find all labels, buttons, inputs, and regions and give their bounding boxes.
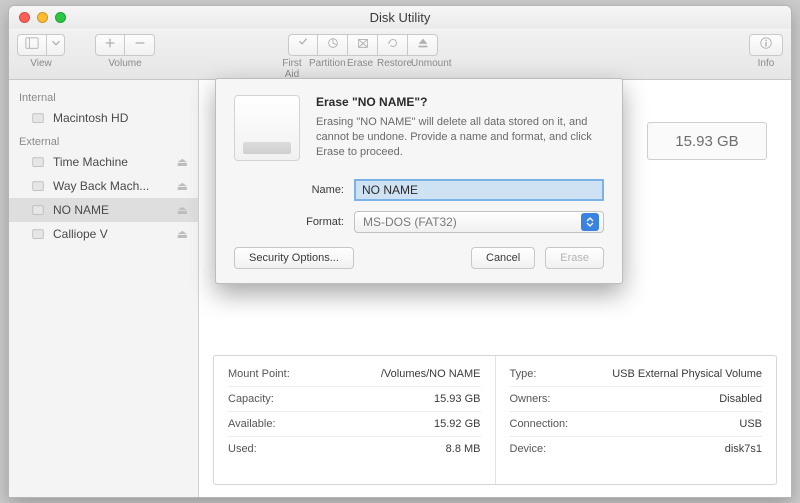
first-aid-button[interactable]	[288, 34, 318, 56]
view-menu-button[interactable]	[47, 34, 65, 56]
volume-add-button[interactable]	[95, 34, 125, 56]
disk-icon	[31, 227, 45, 241]
eject-icon[interactable]: ⏏	[177, 203, 188, 217]
info-value: 15.92 GB	[434, 418, 480, 430]
sidebar-header-external: External	[9, 130, 198, 150]
partition-button[interactable]	[318, 34, 348, 56]
erase-sheet: Erase "NO NAME"? Erasing "NO NAME" will …	[215, 78, 623, 284]
info-value: disk7s1	[725, 443, 762, 455]
sidebar-header-internal: Internal	[9, 86, 198, 106]
cancel-button[interactable]: Cancel	[471, 247, 535, 269]
sidebar-item-calliope-v[interactable]: Calliope V ⏏	[9, 222, 198, 246]
sidebar-icon	[25, 36, 39, 55]
chevron-down-icon	[49, 36, 63, 55]
info-button[interactable]	[749, 34, 783, 56]
toolbar-label-firstaid: First Aid	[275, 58, 309, 80]
view-button[interactable]	[17, 34, 47, 56]
disk-icon	[31, 203, 45, 217]
toolbar-label-volume: Volume	[108, 58, 141, 69]
info-icon	[759, 36, 773, 55]
toolbar-label-unmount: Unmount	[411, 58, 451, 80]
security-options-button[interactable]: Security Options...	[234, 247, 354, 269]
erase-toolbar-button[interactable]	[348, 34, 378, 56]
disk-icon	[31, 155, 45, 169]
format-select[interactable]: MS-DOS (FAT32)	[354, 211, 604, 233]
info-value: Disabled	[719, 393, 762, 405]
info-label: Capacity:	[228, 393, 274, 405]
eject-icon	[416, 36, 430, 55]
sheet-description: Erasing "NO NAME" will delete all data s…	[316, 115, 604, 160]
info-label: Device:	[510, 443, 547, 455]
name-input[interactable]	[354, 179, 604, 201]
titlebar: Disk Utility	[9, 6, 791, 30]
unmount-button[interactable]	[408, 34, 438, 56]
info-label: Type:	[510, 368, 537, 380]
toolbar-label-erase: Erase	[343, 58, 377, 80]
sidebar-item-macintosh-hd[interactable]: Macintosh HD	[9, 106, 198, 130]
restore-icon	[386, 36, 400, 55]
info-label: Used:	[228, 443, 257, 455]
restore-button[interactable]	[378, 34, 408, 56]
eject-icon[interactable]: ⏏	[177, 179, 188, 193]
first-aid-icon	[296, 36, 310, 55]
format-value: MS-DOS (FAT32)	[363, 215, 457, 229]
erase-icon	[356, 36, 370, 55]
updown-icon	[581, 213, 599, 231]
toolbar-label-restore: Restore	[377, 58, 411, 80]
eject-icon[interactable]: ⏏	[177, 155, 188, 169]
info-value: /Volumes/NO NAME	[381, 368, 481, 380]
disk-utility-window: Disk Utility View	[8, 5, 792, 498]
erase-button[interactable]: Erase	[545, 247, 604, 269]
sidebar-item-label: Macintosh HD	[53, 111, 128, 125]
sidebar-item-label: Calliope V	[53, 227, 108, 241]
info-label: Owners:	[510, 393, 551, 405]
volume-remove-button[interactable]	[125, 34, 155, 56]
toolbar-label-info: Info	[758, 58, 775, 69]
volume-info-panel: Mount Point: /Volumes/NO NAME Capacity: 15…	[213, 355, 777, 485]
drive-icon	[234, 95, 300, 161]
info-value: USB	[739, 418, 762, 430]
info-value: USB External Physical Volume	[612, 368, 762, 380]
info-label: Connection:	[510, 418, 569, 430]
sidebar-item-no-name[interactable]: NO NAME ⏏	[9, 198, 198, 222]
minus-icon	[133, 36, 147, 55]
info-value: 8.8 MB	[446, 443, 481, 455]
capacity-summary: 15.93 GB	[647, 122, 767, 160]
sidebar-item-label: Way Back Mach...	[53, 179, 149, 193]
toolbar: View Volume	[9, 30, 791, 80]
eject-icon[interactable]: ⏏	[177, 227, 188, 241]
sidebar-item-label: NO NAME	[53, 203, 109, 217]
disk-icon	[31, 179, 45, 193]
info-value: 15.93 GB	[434, 393, 480, 405]
sidebar-item-time-machine[interactable]: Time Machine ⏏	[9, 150, 198, 174]
sheet-title: Erase "NO NAME"?	[316, 95, 604, 109]
sidebar: Internal Macintosh HD External Time Mach…	[9, 80, 199, 497]
info-label: Available:	[228, 418, 276, 430]
sidebar-item-way-back-mach[interactable]: Way Back Mach... ⏏	[9, 174, 198, 198]
toolbar-label-view: View	[30, 58, 52, 69]
partition-icon	[326, 36, 340, 55]
name-label: Name:	[288, 184, 344, 196]
sidebar-item-label: Time Machine	[53, 155, 128, 169]
toolbar-label-partition: Partition	[309, 58, 343, 80]
format-label: Format:	[288, 216, 344, 228]
info-label: Mount Point:	[228, 368, 290, 380]
window-title: Disk Utility	[9, 10, 791, 25]
plus-icon	[103, 36, 117, 55]
disk-icon	[31, 111, 45, 125]
